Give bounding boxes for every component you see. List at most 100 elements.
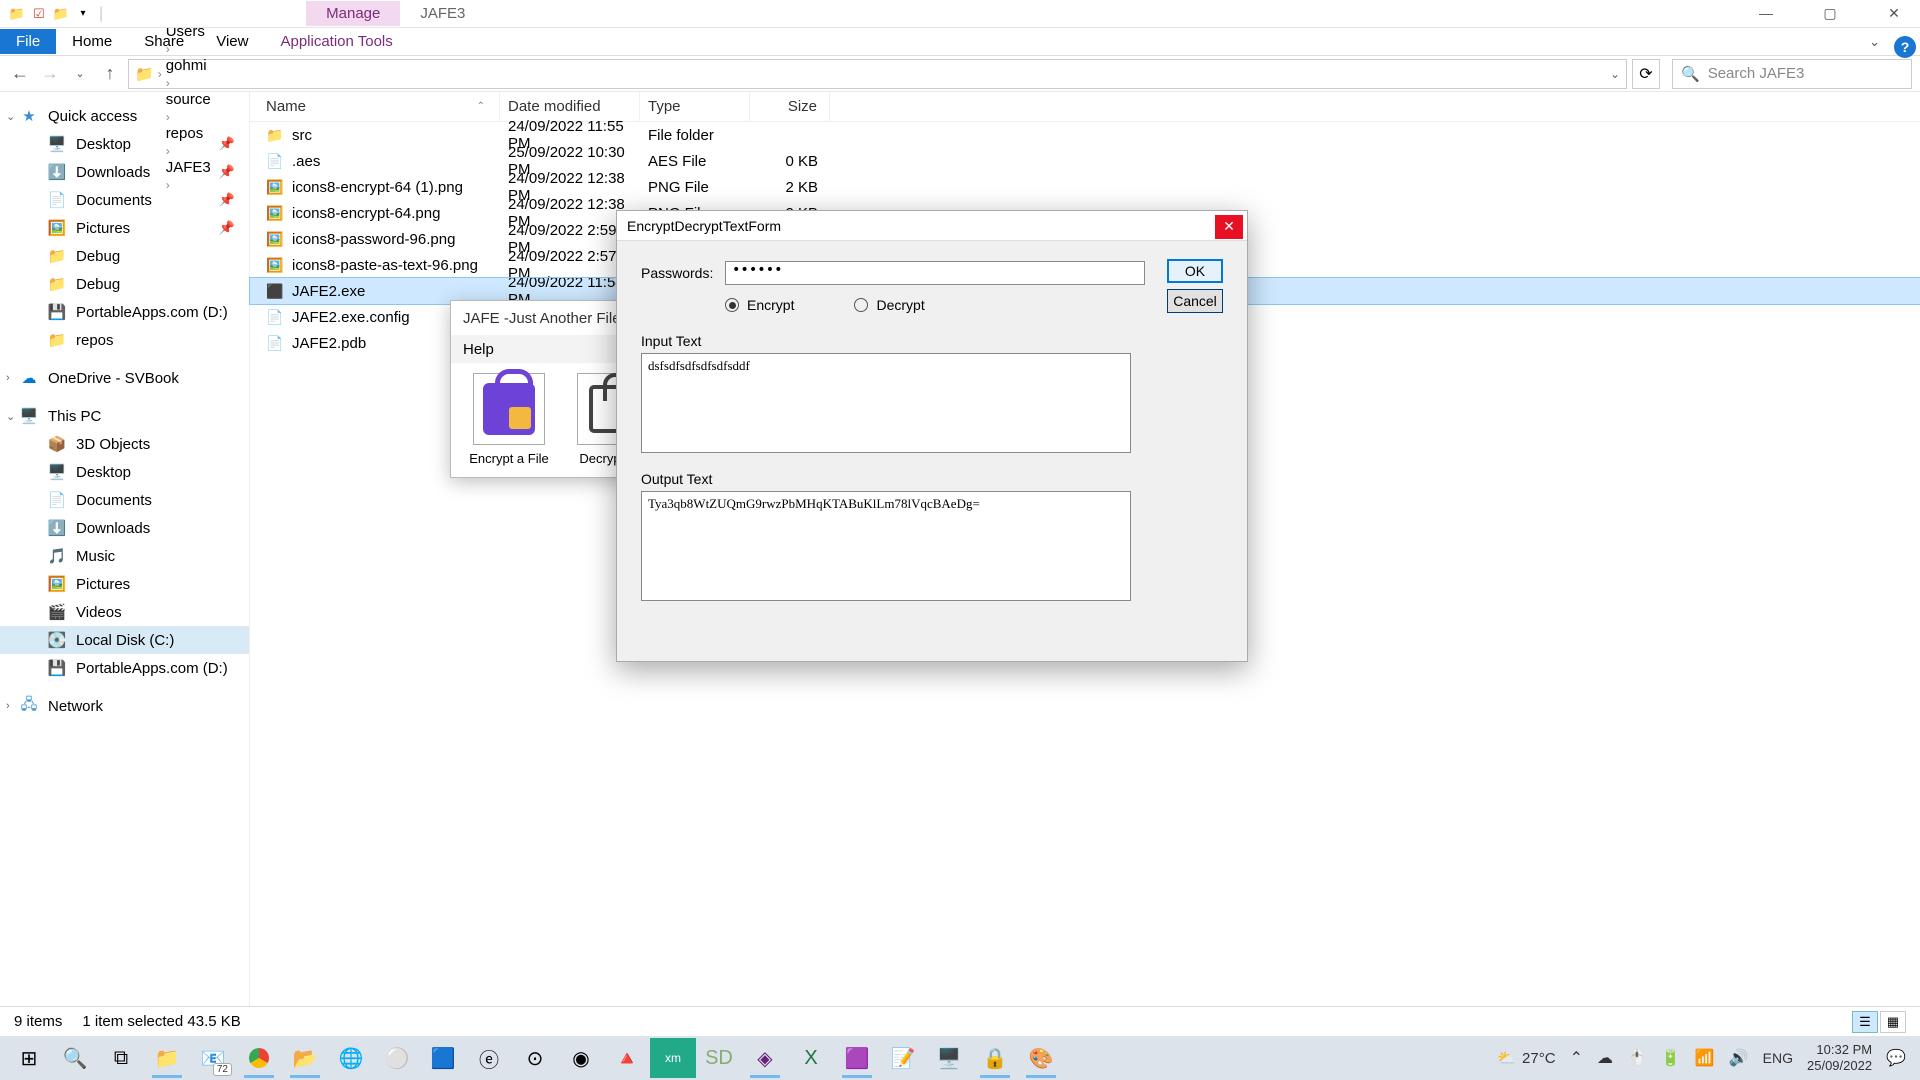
notifications-icon[interactable]: 💬 [1886,1048,1906,1068]
network-item[interactable]: › 🖧 Network [0,692,249,720]
chevron-down-icon[interactable]: ⌄ [6,110,15,123]
decrypt-radio[interactable]: Decrypt [854,297,924,313]
tray-volume-icon[interactable]: 🔊 [1729,1048,1749,1068]
sidebar-item[interactable]: 📁Debug [0,270,249,298]
qat-dropdown-icon[interactable]: ▾ [74,5,92,23]
qat-newfolder-icon[interactable]: 📁 [52,5,70,23]
column-name[interactable]: Name⌃ [250,92,500,121]
column-type[interactable]: Type [640,92,750,121]
item-count: 9 items [14,1013,62,1030]
chevron-right-icon[interactable]: › [6,700,10,712]
qat-properties-icon[interactable]: ☑ [30,5,48,23]
password-input[interactable]: •••••• [725,261,1145,285]
task-view-button[interactable]: ⧉ [98,1038,144,1078]
this-pc-header[interactable]: ⌄ 🖥️ This PC [0,402,249,430]
sidebar-item[interactable]: 🖼️Pictures [0,570,249,598]
tray-clock[interactable]: 10:32 PM 25/09/2022 [1807,1042,1872,1073]
maximize-button[interactable]: ▢ [1810,0,1850,26]
cancel-button[interactable]: Cancel [1167,289,1223,313]
minimize-button[interactable]: — [1746,0,1786,26]
search-button[interactable]: 🔍 [52,1038,98,1078]
weather-widget[interactable]: ⛅ 27°C [1497,1049,1555,1067]
app4-taskbar[interactable]: ◉ [558,1038,604,1078]
file-tab[interactable]: File [0,29,56,54]
app7-taskbar[interactable]: SD [696,1038,742,1078]
paint-taskbar[interactable]: 🎨 [1018,1038,1064,1078]
app9-taskbar[interactable]: 🖥️ [926,1038,972,1078]
chrome-taskbar[interactable] [236,1038,282,1078]
encrypt-radio[interactable]: Encrypt [725,297,794,313]
home-tab[interactable]: Home [56,29,128,54]
sidebar-item[interactable]: 💾PortableApps.com (D:) [0,298,249,326]
close-button[interactable]: ✕ [1874,0,1914,26]
chevron-right-icon[interactable]: › [6,372,10,384]
app2-taskbar[interactable]: 🟦 [420,1038,466,1078]
drive-icon: ⬇️ [48,519,66,537]
chevron-right-icon[interactable]: › [166,42,170,56]
notepad-taskbar[interactable]: 📝 [880,1038,926,1078]
quick-access-header[interactable]: ⌄ ★ Quick access [0,102,249,130]
back-button[interactable]: ← [8,62,32,86]
sidebar-item[interactable]: 📄Documents📌 [0,186,249,214]
start-button[interactable]: ⊞ [6,1038,52,1078]
sidebar-item[interactable]: 🖥️Desktop📌 [0,130,249,158]
edge-taskbar[interactable]: 🌐 [328,1038,374,1078]
jafe-taskbar[interactable]: 🔒 [972,1038,1018,1078]
details-view-button[interactable]: ☰ [1852,1011,1878,1033]
tray-cloud-icon[interactable]: ☁ [1597,1048,1613,1068]
sidebar-item[interactable]: 📁repos [0,326,249,354]
sidebar-item[interactable]: 📁Debug [0,242,249,270]
app8-taskbar[interactable]: 🟪 [834,1038,880,1078]
app3-taskbar[interactable]: ⊙ [512,1038,558,1078]
tray-bluetooth-icon[interactable]: 🖱️ [1627,1048,1647,1068]
sidebar-item[interactable]: 🖼️Pictures📌 [0,214,249,242]
excel-taskbar[interactable]: X [788,1038,834,1078]
forward-button[interactable]: → [38,62,62,86]
sidebar-item[interactable]: ⬇️Downloads📌 [0,158,249,186]
column-date[interactable]: Date modified [500,92,640,121]
sidebar-item[interactable]: 📦3D Objects [0,430,249,458]
explorer-taskbar[interactable]: 📁 [144,1038,190,1078]
chevron-right-icon[interactable]: › [166,76,170,90]
column-size[interactable]: Size [750,92,830,121]
breadcrumb-segment[interactable]: gohmi [166,57,264,74]
sidebar-item[interactable]: 🎵Music [0,542,249,570]
path-dropdown-icon[interactable]: ⌄ [1610,67,1620,81]
ribbon-expand-icon[interactable]: ⌄ [1869,34,1880,50]
chevron-right-icon[interactable]: › [158,67,162,81]
tray-battery-icon[interactable]: 🔋 [1661,1048,1681,1068]
chevron-down-icon[interactable]: ⌄ [6,410,15,423]
tray-lang[interactable]: ENG [1763,1050,1793,1066]
app-taskbar[interactable]: ⚪ [374,1038,420,1078]
input-text-area[interactable]: dsfsdfsdfsdfsdfsddf [641,353,1131,453]
manage-context-tab[interactable]: Manage [306,1,400,26]
breadcrumb-path[interactable]: 📁 › This PC › Local Disk (C:) › Users › … [128,59,1627,89]
ie-taskbar[interactable]: ⓔ [466,1038,512,1078]
app6-taskbar[interactable]: xm [650,1038,696,1078]
app5-taskbar[interactable]: 🔺 [604,1038,650,1078]
sidebar-item[interactable]: 🎬Videos [0,598,249,626]
sidebar-item[interactable]: 💽Local Disk (C:) [0,626,249,654]
search-input[interactable]: 🔍 Search JAFE3 [1672,59,1912,89]
sidebar-item[interactable]: ⬇️Downloads [0,514,249,542]
application-tools-tab[interactable]: Application Tools [264,29,408,54]
encrypt-file-button[interactable]: Encrypt a File [465,373,553,466]
refresh-button[interactable]: ⟳ [1632,59,1660,89]
dialog-close-button[interactable]: ✕ [1215,215,1243,239]
ok-button[interactable]: OK [1167,259,1223,283]
recent-dropdown[interactable]: ⌄ [68,62,92,86]
sidebar-item[interactable]: 💾PortableApps.com (D:) [0,654,249,682]
icons-view-button[interactable]: ▦ [1880,1011,1906,1033]
sidebar-item[interactable]: 🖥️Desktop [0,458,249,486]
tray-chevron-icon[interactable]: ⌃ [1570,1048,1583,1068]
mail-taskbar[interactable]: 📧72 [190,1038,236,1078]
onedrive-item[interactable]: › ☁ OneDrive - SVBook [0,364,249,392]
tray-wifi-icon[interactable]: 📶 [1695,1048,1715,1068]
sidebar-item[interactable]: 📄Documents [0,486,249,514]
folder-icon: 📄 [48,191,66,209]
vs-taskbar[interactable]: ◈ [742,1038,788,1078]
output-text-area[interactable]: Tya3qb8WtZUQmG9rwzPbMHqKTABuKlLm78lVqcBA… [641,491,1131,601]
up-button[interactable]: ↑ [98,62,122,86]
help-icon[interactable]: ? [1894,36,1916,58]
explorer2-taskbar[interactable]: 📂 [282,1038,328,1078]
